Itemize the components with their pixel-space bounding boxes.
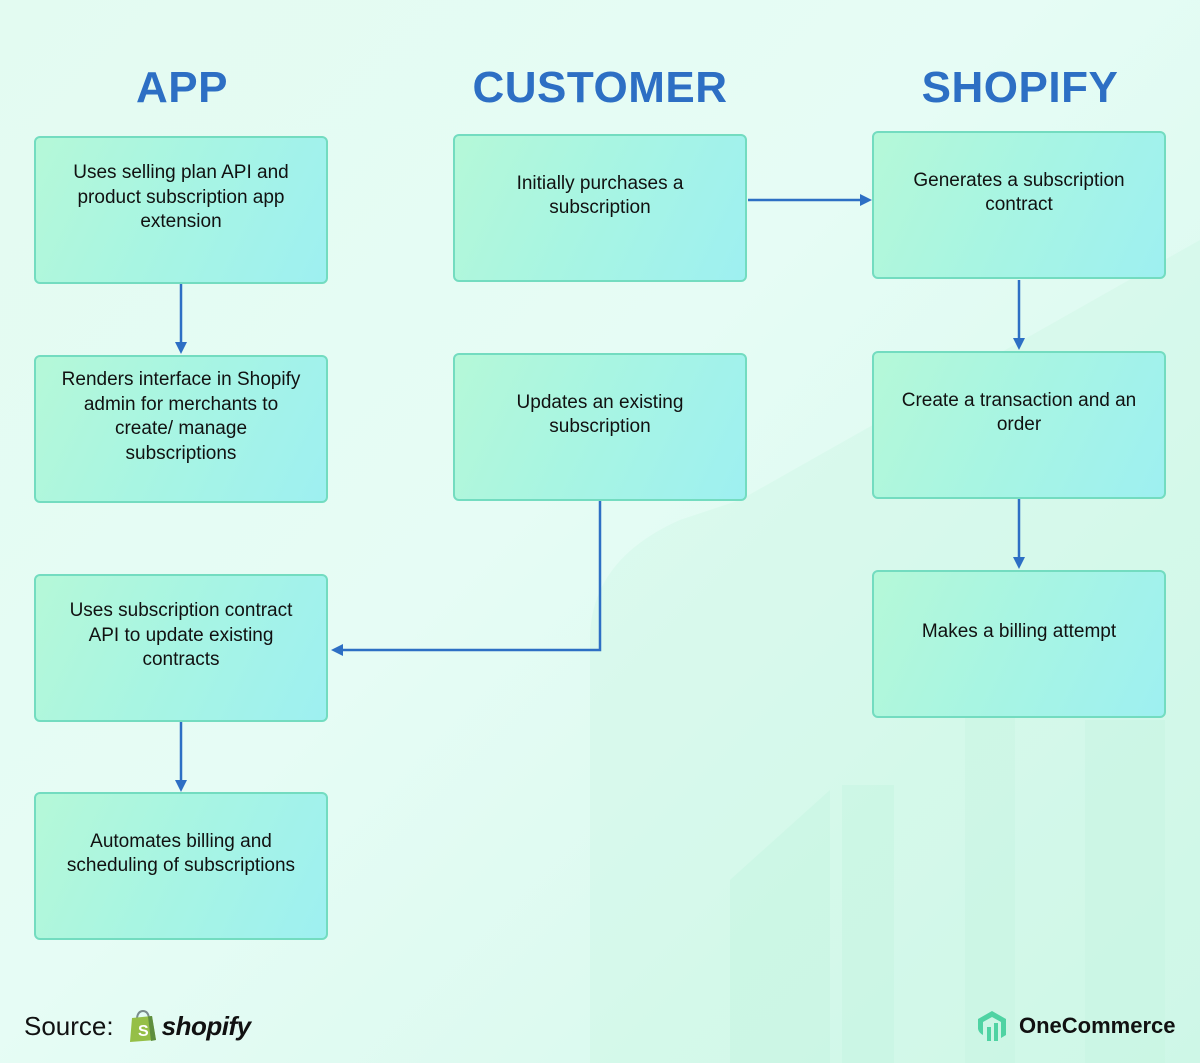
flow-box-customer-updates: Updates an existing subscription xyxy=(453,353,747,501)
arrowhead xyxy=(175,780,187,792)
flow-box-app-contract-api: Uses subscription contract API to update… xyxy=(34,574,328,722)
arrowhead xyxy=(1013,338,1025,350)
column-title-customer: CUSTOMER xyxy=(472,63,728,112)
source-credit: Source: S shopify xyxy=(24,1006,251,1046)
onecommerce-wordmark: OneCommerce xyxy=(1019,1013,1176,1038)
flow-box-text: Uses subscription contract API to update… xyxy=(69,600,293,671)
onecommerce-brand: OneCommerce xyxy=(975,1006,1176,1046)
flow-box-app-renders-interface: Renders interface in Shopify admin for m… xyxy=(34,355,328,503)
flow-box-text: Makes a billing attempt xyxy=(921,620,1117,642)
arrow-customer2-to-app3 xyxy=(340,501,602,652)
flow-box-text: Updates an existing subscription xyxy=(516,391,684,438)
flow-box-text: Initially purchases a subscription xyxy=(516,172,684,219)
flow-box-text: Automates billing and scheduling of subs… xyxy=(66,830,296,877)
arrowhead xyxy=(1013,557,1025,569)
shopify-wordmark: shopify xyxy=(161,1010,251,1041)
flow-box-app-selling-plan: Uses selling plan API and product subscr… xyxy=(34,136,328,284)
arrowhead xyxy=(175,342,187,354)
flow-box-customer-purchases: Initially purchases a subscription xyxy=(453,134,747,282)
arrowhead xyxy=(860,194,872,206)
arrowhead xyxy=(331,644,343,656)
shopify-bag-icon: S xyxy=(129,1009,156,1042)
flow-box-app-automates-billing: Automates billing and scheduling of subs… xyxy=(34,792,328,940)
flow-box-text: Create a transaction and an order xyxy=(901,389,1137,436)
flow-box-text: Generates a subscription contract xyxy=(913,169,1125,216)
column-title-shopify: SHOPIFY xyxy=(921,63,1119,112)
flow-box-shopify-generates-contract: Generates a subscription contract xyxy=(872,131,1166,279)
flow-box-text: Uses selling plan API and product subscr… xyxy=(73,162,289,233)
column-title-app: APP xyxy=(136,63,228,112)
flow-box-text: Renders interface in Shopify admin for m… xyxy=(61,369,301,464)
source-label: Source: xyxy=(24,1010,114,1041)
flow-box-shopify-billing-attempt: Makes a billing attempt xyxy=(872,570,1166,718)
onecommerce-logo-icon xyxy=(978,1011,1006,1041)
flow-box-shopify-transaction: Create a transaction and an order xyxy=(872,351,1166,499)
svg-text:S: S xyxy=(138,1023,149,1040)
